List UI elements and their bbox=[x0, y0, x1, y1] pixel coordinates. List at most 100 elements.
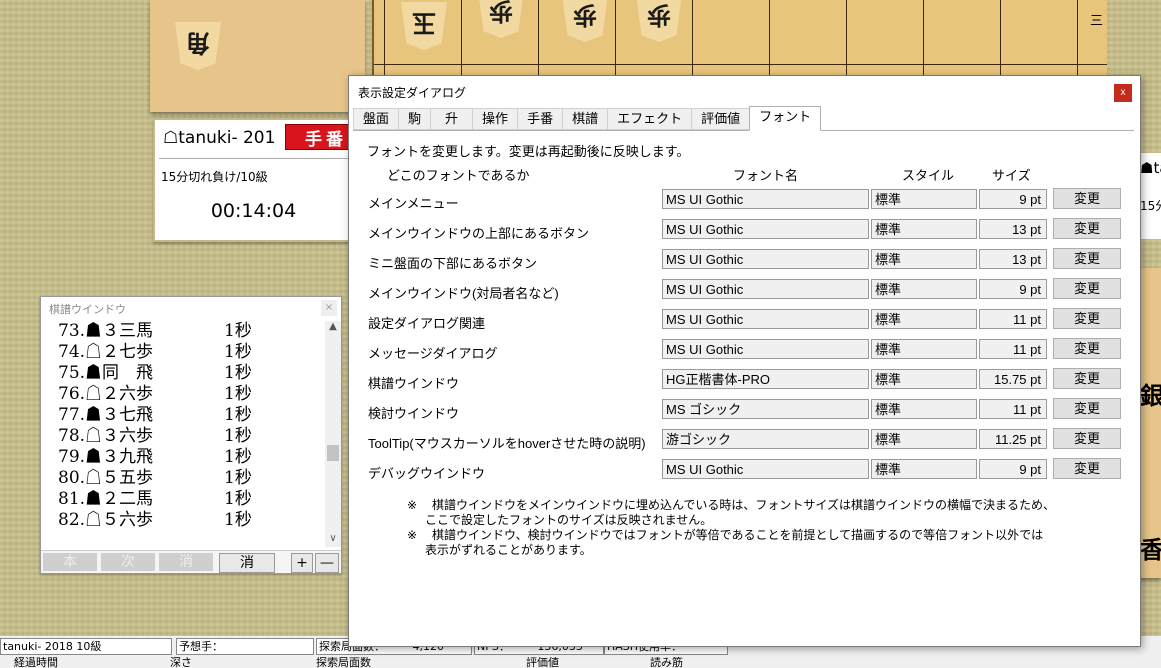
font-target-label: 棋譜ウインドウ bbox=[368, 376, 460, 391]
move-time: 1秒 bbox=[224, 447, 252, 467]
change-font-button[interactable]: 変更 bbox=[1053, 218, 1121, 239]
status-eval: 評価値 bbox=[526, 657, 559, 668]
font-size-field: 13 pt bbox=[979, 249, 1047, 269]
font-row: メッセージダイアログ MS UI Gothic 標準 11 pt 変更 bbox=[349, 338, 1140, 362]
font-size-field: 9 pt bbox=[979, 189, 1047, 209]
font-name-field: MS UI Gothic bbox=[662, 339, 869, 359]
delete-variation-button[interactable]: 消 bbox=[159, 553, 213, 571]
status-depth: 深さ bbox=[170, 657, 192, 668]
move-time: 1秒 bbox=[224, 489, 252, 509]
status-player: tanuki- 2018 10級 bbox=[0, 638, 172, 655]
font-style-field: 標準 bbox=[871, 279, 977, 299]
zoom-out-button[interactable]: — bbox=[315, 553, 339, 573]
font-size-field: 9 pt bbox=[979, 459, 1047, 479]
list-item[interactable]: 76.☖２六歩 1秒 bbox=[41, 384, 325, 405]
change-font-button[interactable]: 変更 bbox=[1053, 308, 1121, 329]
list-item[interactable]: 75.☗同 飛 1秒 bbox=[41, 363, 325, 384]
font-name-field: MS ゴシック bbox=[662, 399, 869, 419]
time-control-info: 15分切れ負け/10級 bbox=[161, 170, 268, 184]
board-piece-3[interactable]: 歩 bbox=[562, 0, 608, 42]
list-item[interactable]: 80.☖５五歩 1秒 bbox=[41, 468, 325, 489]
kifu-close-icon[interactable]: × bbox=[321, 300, 337, 316]
list-item[interactable]: 82.☖５六歩 1秒 bbox=[41, 510, 325, 531]
self-player-panel: ☗ta 15分 bbox=[1139, 152, 1161, 240]
scroll-thumb[interactable] bbox=[327, 445, 339, 461]
rank-label: 三 bbox=[1090, 14, 1104, 29]
font-style-field: 標準 bbox=[871, 399, 977, 419]
font-size-field: 11 pt bbox=[979, 399, 1047, 419]
list-item[interactable]: 79.☗３九飛 1秒 bbox=[41, 447, 325, 468]
tab-kifu[interactable]: 棋譜 bbox=[562, 108, 608, 130]
kifu-scrollbar[interactable]: ▲ ∨ bbox=[325, 321, 341, 547]
tab-turn[interactable]: 手番 bbox=[517, 108, 563, 130]
zoom-in-button[interactable]: + bbox=[291, 553, 313, 573]
font-row: 検討ウインドウ MS ゴシック 標準 11 pt 変更 bbox=[349, 398, 1140, 422]
tab-effect[interactable]: エフェクト bbox=[607, 108, 692, 130]
tab-operation[interactable]: 操作 bbox=[472, 108, 518, 130]
komadai-piece[interactable]: 角 bbox=[175, 22, 221, 70]
font-name-field: MS UI Gothic bbox=[662, 189, 869, 209]
font-size-field: 9 pt bbox=[979, 279, 1047, 299]
font-name-field: MS UI Gothic bbox=[662, 279, 869, 299]
close-icon[interactable]: x bbox=[1114, 84, 1132, 102]
change-font-button[interactable]: 変更 bbox=[1053, 278, 1121, 299]
font-style-field: 標準 bbox=[871, 249, 977, 269]
tab-piece[interactable]: 駒 bbox=[398, 108, 431, 130]
list-item[interactable]: 73.☗３三馬 1秒 bbox=[41, 321, 325, 342]
font-row: 棋譜ウインドウ HG正楷書体-PRO 標準 15.75 pt 変更 bbox=[349, 368, 1140, 392]
opponent-timer: 00:14:04 bbox=[210, 200, 297, 222]
board-piece-2[interactable]: 歩 bbox=[478, 0, 524, 38]
move-text: 73.☗３三馬 bbox=[58, 321, 154, 341]
list-item[interactable]: 77.☗３七飛 1秒 bbox=[41, 405, 325, 426]
change-font-button[interactable]: 変更 bbox=[1053, 428, 1121, 449]
change-font-button[interactable]: 変更 bbox=[1053, 368, 1121, 389]
display-settings-dialog: 表示設定ダイアログ x 盤面 駒 升 操作 手番 棋譜 エフェクト 評価値 フォ… bbox=[348, 75, 1141, 647]
scroll-down-icon[interactable]: ∨ bbox=[325, 533, 341, 547]
change-font-button[interactable]: 変更 bbox=[1053, 188, 1121, 209]
move-text: 76.☖２六歩 bbox=[58, 384, 154, 404]
font-row: メインメニュー MS UI Gothic 標準 9 pt 変更 bbox=[349, 188, 1140, 212]
kifu-move-list[interactable]: 73.☗３三馬 1秒 74.☖２七歩 1秒 75.☗同 飛 1秒 76.☖２六歩 1秒 … bbox=[41, 321, 325, 547]
note-line: 棋譜ウインドウ、検討ウインドウではフォントが等倍であることを前提として描画するの… bbox=[432, 528, 1044, 542]
font-style-field: 標準 bbox=[871, 219, 977, 239]
next-variation-button[interactable]: 次 bbox=[101, 553, 155, 571]
change-font-button[interactable]: 変更 bbox=[1053, 458, 1121, 479]
move-text: 77.☗３七飛 bbox=[58, 405, 154, 425]
board-piece-4[interactable]: 歩 bbox=[636, 0, 682, 42]
font-style-field: 標準 bbox=[871, 309, 977, 329]
font-row: デバッグウインドウ MS UI Gothic 標準 9 pt 変更 bbox=[349, 458, 1140, 482]
dialog-title: 表示設定ダイアログ bbox=[358, 86, 467, 100]
font-description: フォントを変更します。変更は再起動後に反映します。 bbox=[367, 144, 690, 159]
tab-evaluation[interactable]: 評価値 bbox=[691, 108, 750, 130]
font-size-field: 15.75 pt bbox=[979, 369, 1047, 389]
tab-board[interactable]: 盤面 bbox=[353, 108, 399, 130]
scroll-up-icon[interactable]: ▲ bbox=[325, 321, 341, 335]
move-time: 1秒 bbox=[224, 384, 252, 404]
list-item[interactable]: 74.☖２七歩 1秒 bbox=[41, 342, 325, 363]
change-font-button[interactable]: 変更 bbox=[1053, 248, 1121, 269]
board-piece-1[interactable]: 玉 bbox=[401, 2, 447, 50]
main-line-button[interactable]: 本 bbox=[43, 553, 97, 571]
move-time: 1秒 bbox=[224, 468, 252, 488]
font-row: ミニ盤面の下部にあるボタン MS UI Gothic 標準 13 pt 変更 bbox=[349, 248, 1140, 272]
move-text: 81.☗２二馬 bbox=[58, 489, 154, 509]
header-font-name: フォント名 bbox=[733, 168, 799, 183]
shogi-board[interactable]: 玉 歩 歩 歩 三 bbox=[372, 0, 1107, 76]
komadai-piece-gin[interactable]: 銀 bbox=[1140, 376, 1161, 411]
status-prediction: 予想手： bbox=[176, 638, 314, 655]
komadai-piece-kyo[interactable]: 香 bbox=[1140, 530, 1161, 565]
delete-move-button[interactable]: 消 bbox=[219, 553, 275, 573]
tab-square[interactable]: 升 bbox=[430, 108, 473, 130]
font-target-label: 検討ウインドウ bbox=[368, 406, 460, 421]
opponent-name: ☖tanuki- 201 bbox=[163, 128, 276, 148]
change-font-button[interactable]: 変更 bbox=[1053, 338, 1121, 359]
list-item[interactable]: 78.☖３六歩 1秒 bbox=[41, 426, 325, 447]
font-target-label: ToolTip(マウスカーソルをhoverさせた時の説明) bbox=[368, 436, 646, 451]
list-item[interactable]: 81.☗２二馬 1秒 bbox=[41, 489, 325, 510]
note-line: 棋譜ウインドウをメインウインドウに埋め込んでいる時は、フォントサイズは棋譜ウイン… bbox=[432, 498, 1056, 512]
change-font-button[interactable]: 変更 bbox=[1053, 398, 1121, 419]
tab-font[interactable]: フォント bbox=[749, 106, 822, 131]
font-target-label: メインウインドウの上部にあるボタン bbox=[368, 226, 590, 241]
font-target-label: メインウインドウ(対局者名など) bbox=[368, 286, 559, 301]
font-row: ToolTip(マウスカーソルをhoverさせた時の説明) 游ゴシック 標準 1… bbox=[349, 428, 1140, 452]
